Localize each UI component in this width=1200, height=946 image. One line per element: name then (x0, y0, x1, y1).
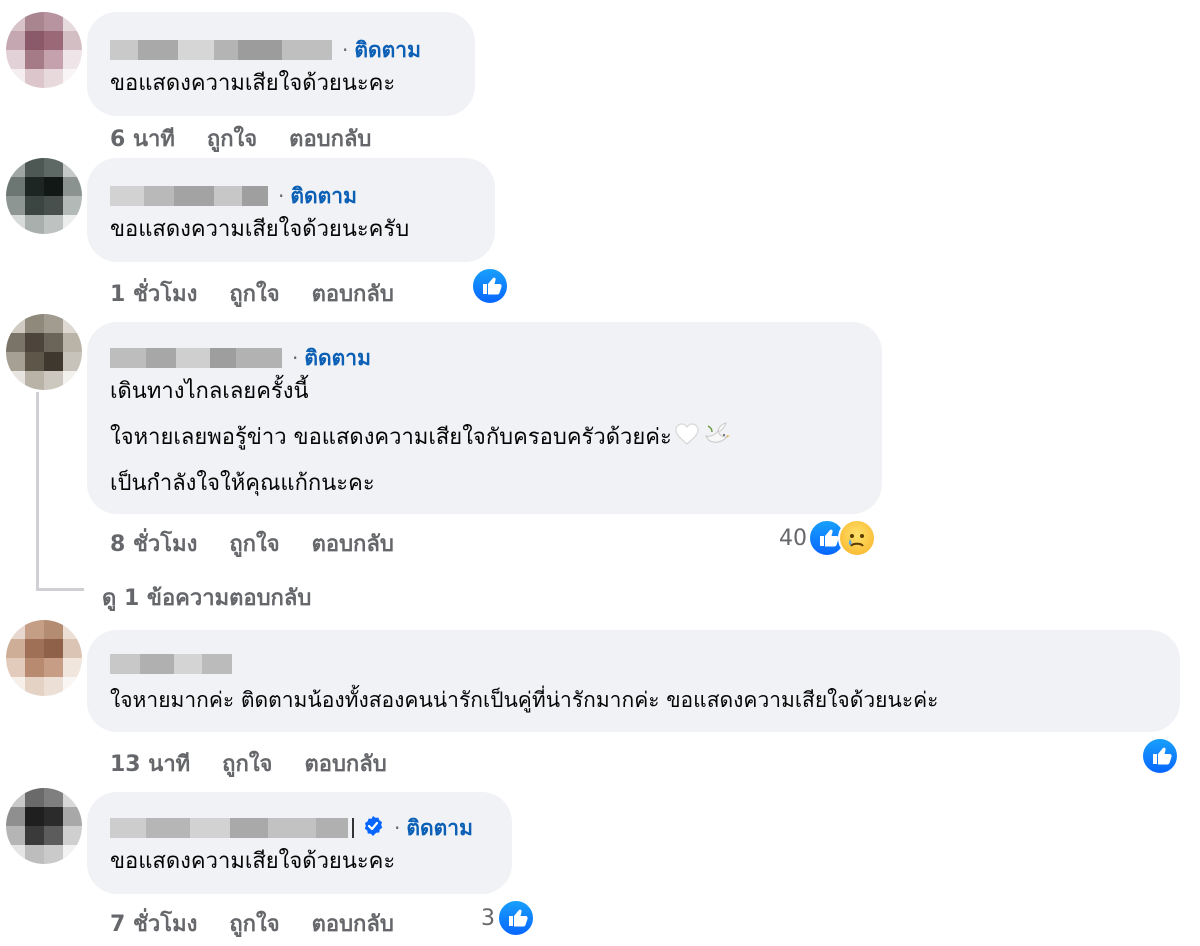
reaction-count[interactable]: 40 (779, 526, 807, 551)
like-button[interactable]: ถูกใจ (207, 121, 257, 156)
follow-link[interactable]: ติดตาม (406, 812, 473, 845)
separator-dot: · (394, 816, 401, 840)
view-replies-label: ดู 1 ข้อความตอบกลับ (102, 586, 312, 611)
reply-button[interactable]: ตอบกลับ (312, 526, 394, 561)
reply-thread-line (36, 392, 39, 590)
reply-thread-branch (36, 588, 84, 591)
author-name[interactable] (110, 348, 282, 368)
follow-link[interactable]: ติดตาม (304, 342, 371, 375)
author-name[interactable] (110, 654, 232, 674)
comment-text: ขอแสดงความเสียใจด้วยนะคะ (110, 71, 396, 96)
comment-timestamp[interactable]: 13 นาที (110, 746, 190, 781)
like-button[interactable]: ถูกใจ (229, 906, 279, 941)
comment-text-line-2-text: ใจหายเลยพอรู้ข่าว ขอแสดงความเสียใจกับครอ… (110, 425, 672, 450)
separator-dot: · (292, 346, 299, 370)
reaction-count[interactable]: 3 (481, 906, 495, 931)
comment-text: ขอแสดงความเสียใจด้วยนะครับ (110, 217, 410, 242)
author-name[interactable] (110, 186, 268, 206)
avatar[interactable] (6, 788, 82, 864)
view-replies-link[interactable]: ดู 1 ข้อความตอบกลับ (102, 580, 311, 615)
sad-reaction-icon[interactable] (838, 519, 876, 557)
comment-text-line-2: ใจหายเลยพอรู้ข่าว ขอแสดงความเสียใจกับครอ… (110, 420, 732, 456)
like-button[interactable]: ถูกใจ (229, 276, 279, 311)
separator-dot: · (278, 184, 285, 208)
author-name[interactable] (110, 40, 332, 60)
reply-button[interactable]: ตอบกลับ (312, 906, 394, 941)
comment-text: ใจหายมากค่ะ ติดตามน้องทั้งสองคนน่ารักเป็… (110, 688, 939, 712)
like-reaction-icon[interactable] (497, 899, 535, 937)
reply-button[interactable]: ตอบกลับ (289, 121, 371, 156)
name-divider (352, 818, 354, 838)
comment-timestamp[interactable]: 7 ชั่วโมง (110, 906, 197, 941)
like-reaction-icon[interactable] (1141, 737, 1179, 775)
comment-text-line-1: เดินทางไกลเลยครั้งนี้ (110, 379, 309, 404)
follow-link[interactable]: ติดตาม (354, 34, 421, 67)
avatar[interactable] (6, 314, 82, 390)
avatar[interactable] (6, 158, 82, 234)
like-button[interactable]: ถูกใจ (229, 526, 279, 561)
comment-timestamp[interactable]: 1 ชั่วโมง (110, 276, 197, 311)
comment-text: ขอแสดงความเสียใจด้วยนะคะ (110, 849, 396, 874)
comment-text-line-3: เป็นกำลังใจให้คุณแก้กนะคะ (110, 471, 375, 496)
verified-badge-icon (362, 815, 384, 841)
separator-dot: · (342, 38, 349, 62)
author-name[interactable] (110, 818, 348, 838)
comment-timestamp[interactable]: 8 ชั่วโมง (110, 526, 197, 561)
dove-icon (702, 420, 732, 456)
comment-bubble (87, 630, 1180, 732)
reply-button[interactable]: ตอบกลับ (312, 276, 394, 311)
follow-link[interactable]: ติดตาม (290, 180, 357, 213)
comment-timestamp[interactable]: 6 นาที (110, 121, 175, 156)
avatar[interactable] (6, 12, 82, 88)
like-button[interactable]: ถูกใจ (222, 746, 272, 781)
avatar[interactable] (6, 620, 82, 696)
reply-button[interactable]: ตอบกลับ (304, 746, 386, 781)
white-heart-icon (674, 422, 700, 454)
like-reaction-icon[interactable] (471, 267, 509, 305)
